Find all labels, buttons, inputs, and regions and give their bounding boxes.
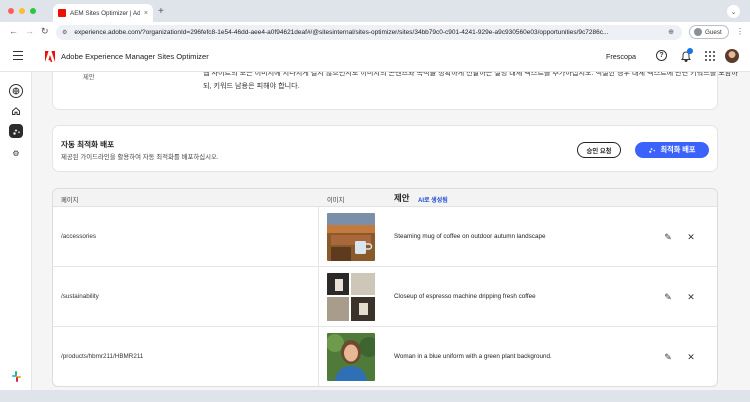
ai-generated-badge: AI로 생성됨 xyxy=(418,198,448,204)
adobe-favicon-icon xyxy=(58,9,66,17)
zoom-icon[interactable]: ⊕ xyxy=(668,28,674,36)
browser-tab[interactable]: AEM Sites Optimizer | Adob × xyxy=(53,4,153,22)
profile-button[interactable]: Guest xyxy=(689,25,729,39)
request-approval-button[interactable]: 승인 요청 xyxy=(577,142,621,158)
settings-gear-icon[interactable]: ⚙ xyxy=(9,146,23,160)
edit-pencil-icon[interactable]: ✎ xyxy=(662,231,674,243)
page-path[interactable]: /sustainability xyxy=(61,293,99,300)
home-icon[interactable] xyxy=(9,104,23,118)
column-header-image: 이미지 xyxy=(327,197,345,204)
app-title: Adobe Experience Manager Sites Optimizer xyxy=(61,52,209,61)
site-settings-icon[interactable]: ⚙ xyxy=(62,29,67,36)
alt-text-suggestion: Closeup of espresso machine dripping fre… xyxy=(394,293,536,300)
close-window-button[interactable] xyxy=(8,8,14,14)
browser-toolbar: ← → ↻ ⚙ experience.adobe.com/?organizati… xyxy=(0,22,750,42)
table-row: /products/hbmr211/HBMR211 Woman in a blu… xyxy=(53,327,717,386)
main-content: 제안 웹 사이트의 모든 이미지에 지나치게 길지 않으면서도 이미지의 콘텐츠… xyxy=(32,72,750,390)
woman-portrait-thumbnail xyxy=(327,333,375,381)
deploy-optimization-button[interactable]: 최적화 배포 xyxy=(635,142,709,158)
auto-optimize-description: 제공된 가이드라인을 활용하여 자동 최적화를 배포하십시오. xyxy=(61,154,219,161)
back-arrow-icon[interactable]: ← xyxy=(9,26,18,36)
reload-icon[interactable]: ↻ xyxy=(41,26,49,37)
suggestion-label: 제안 xyxy=(83,74,95,81)
forward-arrow-icon[interactable]: → xyxy=(25,26,34,36)
dismiss-close-icon[interactable]: ✕ xyxy=(685,351,697,363)
minimize-window-button[interactable] xyxy=(19,8,25,14)
auto-optimize-title: 자동 최적화 배포 xyxy=(61,140,115,149)
profile-label: Guest xyxy=(705,28,722,36)
notification-badge xyxy=(687,48,693,54)
edit-pencil-icon[interactable]: ✎ xyxy=(662,291,674,303)
maximize-window-button[interactable] xyxy=(30,8,36,14)
address-bar[interactable]: ⚙ experience.adobe.com/?organizationId=2… xyxy=(56,25,682,40)
table-row: /accessories Steaming mug of coffee on o… xyxy=(53,207,717,267)
suggestion-panel: 제안 웹 사이트의 모든 이미지에 지나치게 길지 않으면서도 이미지의 콘텐츠… xyxy=(52,72,738,110)
apps-grid-icon[interactable] xyxy=(704,50,716,62)
column-header-suggestion: 제안 xyxy=(394,193,410,203)
sparkle-icon xyxy=(649,147,656,153)
optimize-icon[interactable] xyxy=(9,124,23,138)
suggestions-table: 페이지 이미지 제안 AI로 생성됨 /accessories Steaming… xyxy=(52,188,718,387)
column-header-page: 페이지 xyxy=(61,197,79,204)
window-bottom-edge xyxy=(0,390,750,402)
dismiss-close-icon[interactable]: ✕ xyxy=(685,291,697,303)
left-rail: ⚙ xyxy=(0,72,32,390)
new-tab-button[interactable]: + xyxy=(158,6,164,17)
menu-icon[interactable] xyxy=(13,51,23,60)
app-header: Adobe Experience Manager Sites Optimizer… xyxy=(0,42,750,72)
tab-search-chevron-icon[interactable]: ⌄ xyxy=(727,5,740,18)
help-icon[interactable]: ? xyxy=(656,50,667,61)
table-row: /sustainability Closeup of espresso mach… xyxy=(53,267,717,327)
deploy-button-label: 최적화 배포 xyxy=(660,145,696,154)
suggestion-text: 웹 사이트의 모든 이미지에 지나치게 길지 않으면서도 이미지의 콘텐츠와 목… xyxy=(203,72,738,90)
profile-avatar-icon xyxy=(694,28,702,36)
auto-optimize-card: 자동 최적화 배포 제공된 가이드라인을 활용하여 자동 최적화를 배포하십시오… xyxy=(52,125,718,172)
alt-text-suggestion: Woman in a blue uniform with a green pla… xyxy=(394,353,552,360)
browser-tab-strip: AEM Sites Optimizer | Adob × + ⌄ xyxy=(0,0,750,22)
page-path[interactable]: /products/hbmr211/HBMR211 xyxy=(61,353,143,360)
tab-close-icon[interactable]: × xyxy=(144,10,148,17)
url-text: experience.adobe.com/?organizationId=296… xyxy=(74,29,609,36)
espresso-machine-thumbnail xyxy=(327,273,375,321)
globe-icon[interactable] xyxy=(9,84,23,98)
org-switcher[interactable]: Frescopa xyxy=(606,52,636,61)
slack-icon[interactable] xyxy=(10,370,23,383)
alt-text-suggestion: Steaming mug of coffee on outdoor autumn… xyxy=(394,233,546,240)
page-path[interactable]: /accessories xyxy=(61,233,96,240)
browser-menu-icon[interactable]: ⋮ xyxy=(736,27,744,36)
adobe-logo-icon xyxy=(45,51,55,62)
dismiss-close-icon[interactable]: ✕ xyxy=(685,231,697,243)
edit-pencil-icon[interactable]: ✎ xyxy=(662,351,674,363)
table-header: 페이지 이미지 제안 AI로 생성됨 xyxy=(53,189,717,207)
coffee-mug-thumbnail xyxy=(327,213,375,261)
tab-title: AEM Sites Optimizer | Adob xyxy=(70,9,140,17)
user-avatar[interactable] xyxy=(725,49,739,63)
